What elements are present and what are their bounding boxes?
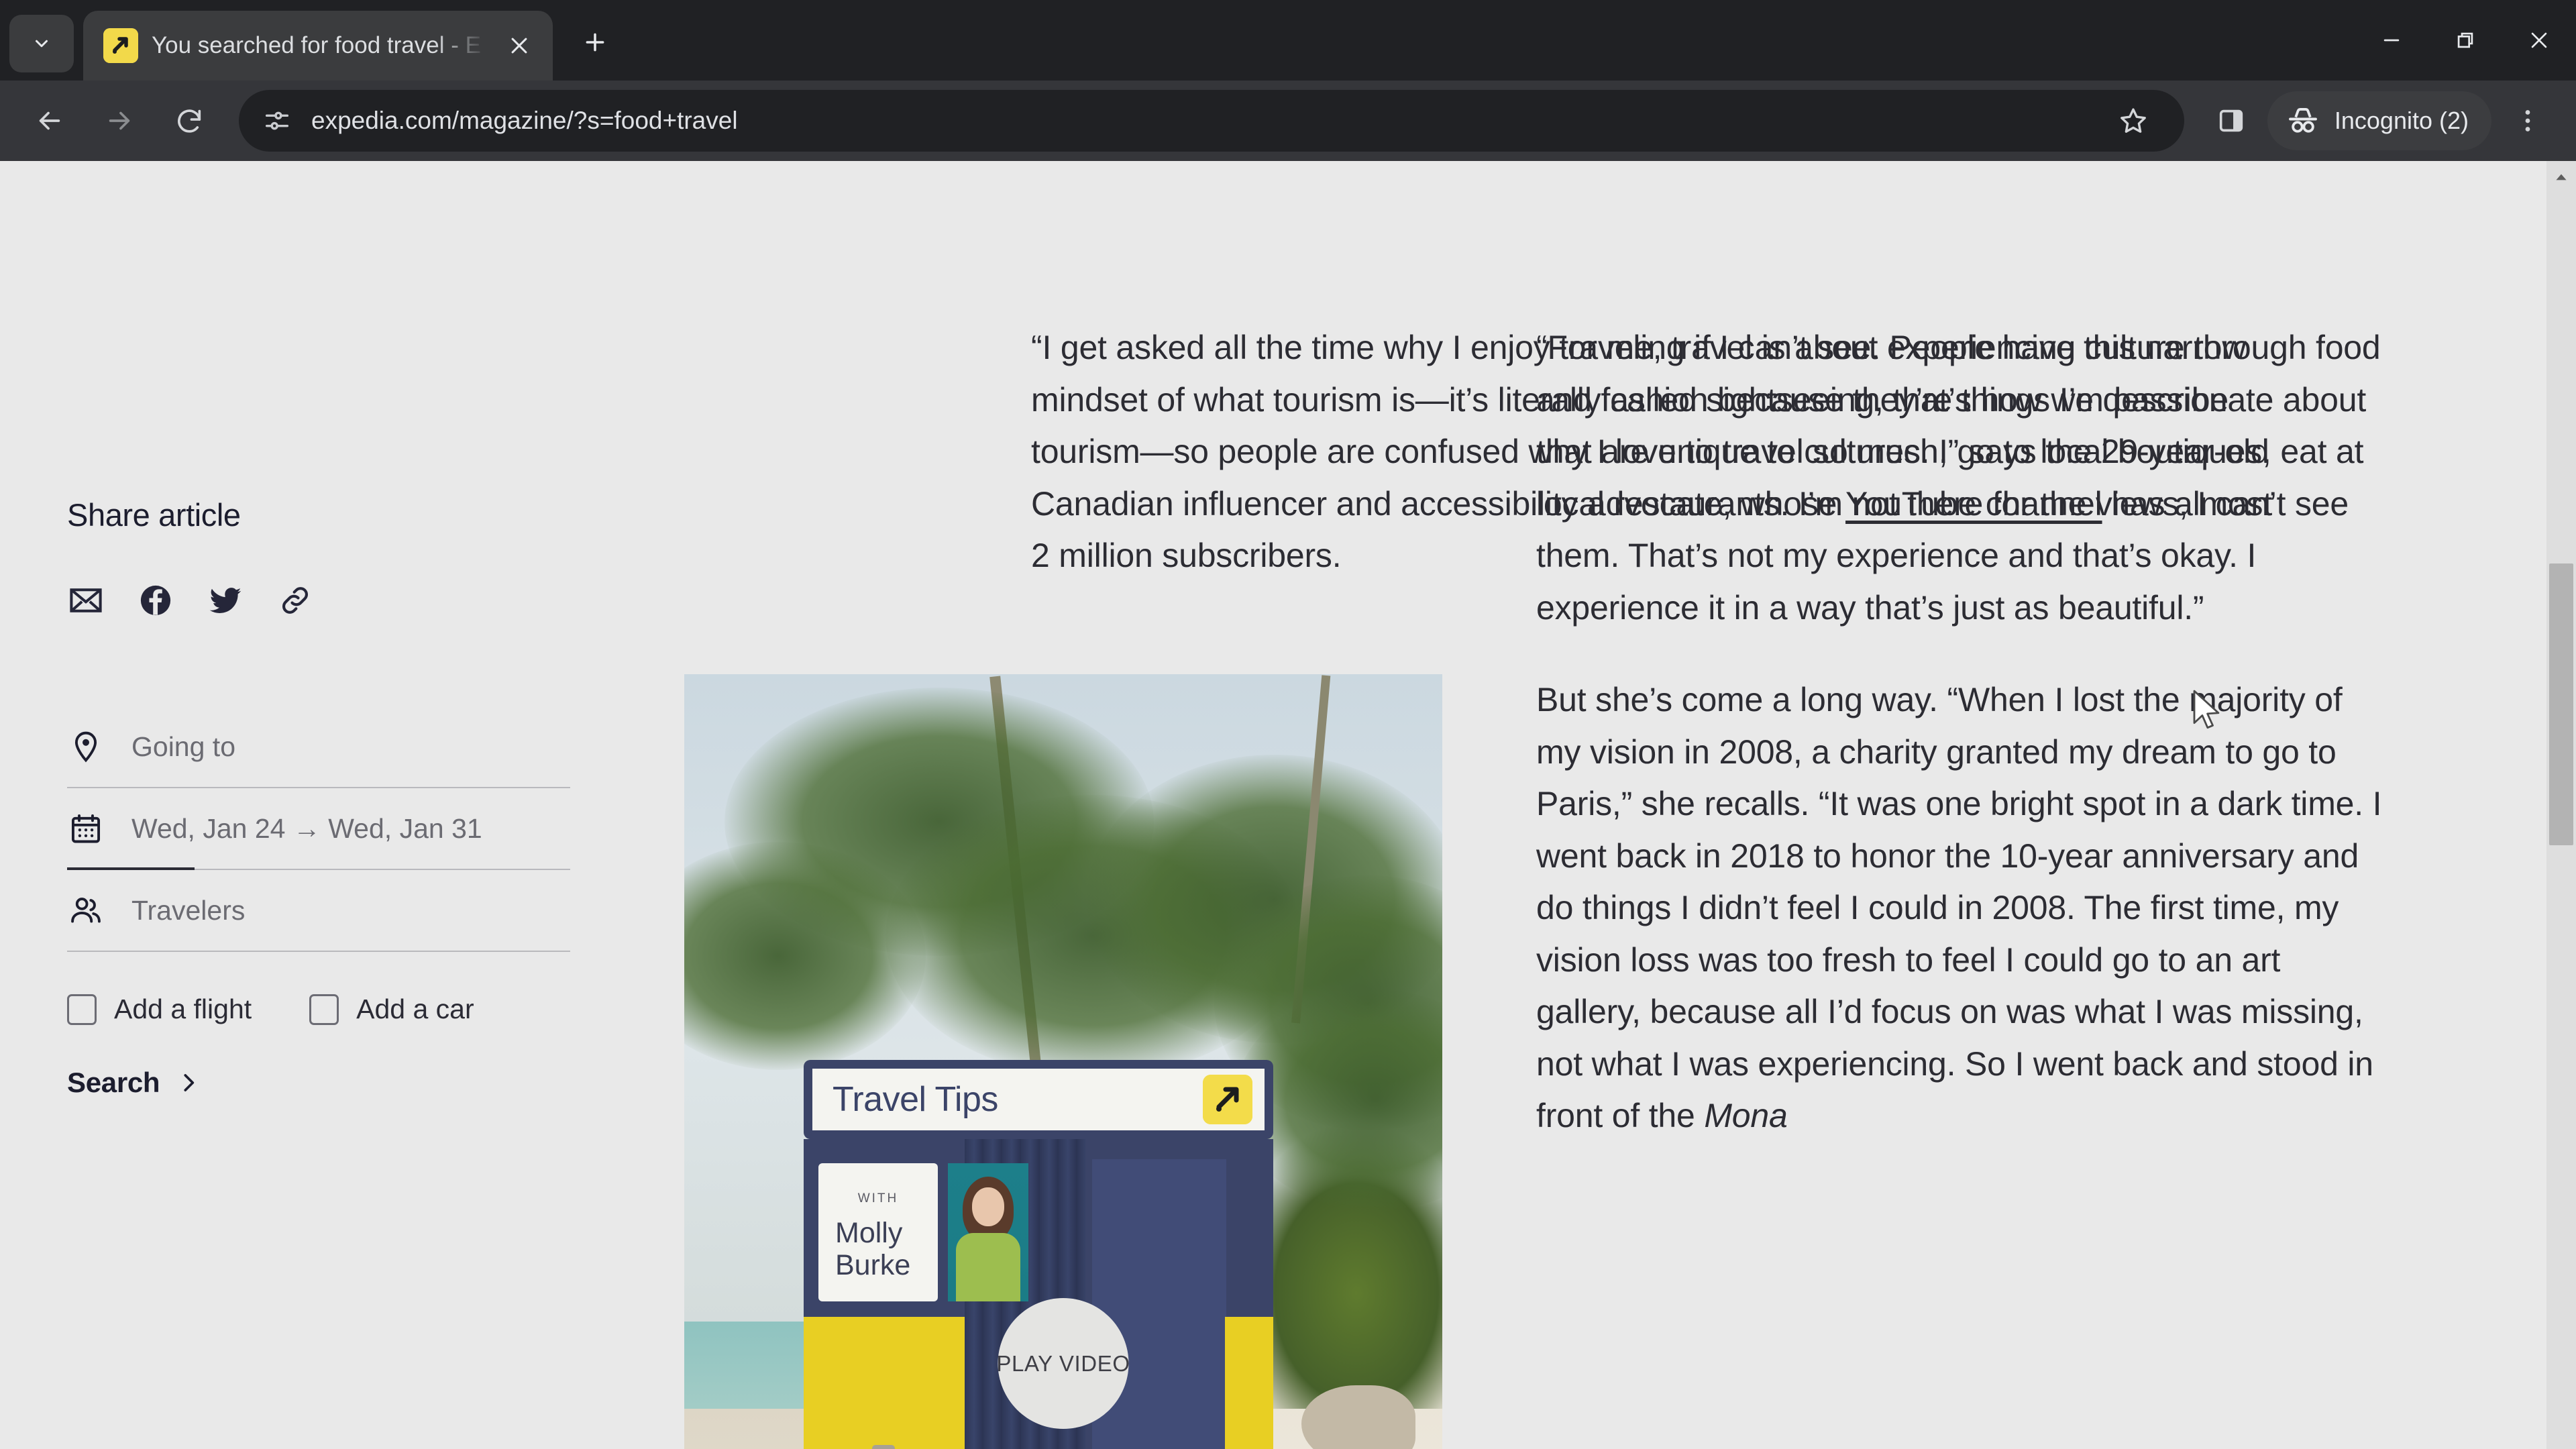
- reload-icon: [178, 109, 201, 133]
- scroll-up-arrow-icon: [2556, 174, 2567, 180]
- share-copy-link-button[interactable]: [276, 582, 314, 619]
- share-facebook-button[interactable]: [137, 582, 174, 619]
- twitter-icon: [209, 588, 241, 613]
- kebab-menu-icon: [2525, 110, 2530, 131]
- portrait-face: [972, 1187, 1004, 1226]
- restore-button[interactable]: [2428, 0, 2502, 80]
- checkbox-box: [309, 994, 339, 1025]
- trip-search-widget: Going to Wed, Jan 24 → Wed, Jan 31 Trave…: [67, 706, 570, 1099]
- checkbox-box: [67, 994, 97, 1025]
- article-paragraph-2: “For me, travel is about experiencing cu…: [1536, 329, 2381, 627]
- dates-value: Wed, Jan 24 → Wed, Jan 31: [131, 812, 482, 844]
- reload-button[interactable]: [157, 89, 221, 153]
- search-submit-button[interactable]: Search: [67, 1067, 570, 1099]
- travelers-placeholder: Travelers: [131, 894, 246, 926]
- left-rail: Share article Going to Wed, Jan 24 → Wed…: [67, 161, 570, 1449]
- page-viewport: “I get asked all the time why I enjoy tr…: [0, 161, 2576, 1449]
- play-video-label: PLAY VIDEO: [996, 1350, 1130, 1376]
- url-text: expedia.com/magazine/?s=food+travel: [311, 107, 738, 134]
- calendar-icon: [67, 810, 105, 847]
- scrollbar-thumb[interactable]: [2549, 564, 2573, 845]
- share-email-button[interactable]: [67, 582, 105, 619]
- article-column: “For me, travel is about experiencing cu…: [1536, 161, 2546, 1449]
- incognito-profile-button[interactable]: Incognito (2): [2267, 91, 2491, 150]
- tab-strip: You searched for food travel - E: [0, 0, 2576, 80]
- host-portrait: [948, 1163, 1028, 1301]
- window-close-button[interactable]: [2502, 0, 2576, 80]
- booth-yellow-left: [804, 1317, 965, 1449]
- browser-window: You searched for food travel - E expedia…: [0, 0, 2576, 1449]
- omnibox-actions: [2102, 90, 2164, 152]
- scroll-up-button[interactable]: [2546, 161, 2576, 193]
- host-name-card: WITH Molly Burke: [818, 1163, 938, 1301]
- video-column: Travel Tips WITH Molly Burke PLAY VIDEO: [684, 161, 1442, 1449]
- article-paragraph-3: But she’s come a long way. “When I lost …: [1536, 674, 2392, 1142]
- location-pin-icon: [67, 728, 105, 765]
- expedia-arrow-icon: [103, 28, 138, 63]
- address-bar[interactable]: expedia.com/magazine/?s=food+travel: [239, 90, 2184, 152]
- travelers-field[interactable]: Travelers: [67, 870, 570, 952]
- page-scrollbar[interactable]: [2546, 161, 2576, 1449]
- browser-menu-button[interactable]: [2497, 90, 2559, 152]
- travel-tips-sign: Travel Tips: [804, 1060, 1273, 1139]
- travel-tips-video-card[interactable]: Travel Tips WITH Molly Burke PLAY VIDEO: [684, 674, 1442, 1449]
- site-info-tune-icon[interactable]: [262, 105, 292, 136]
- browser-toolbar: expedia.com/magazine/?s=food+travel Inco…: [0, 80, 2576, 161]
- door-handle: [872, 1445, 895, 1449]
- facebook-icon: [140, 585, 171, 616]
- host-name: Molly Burke: [835, 1217, 911, 1282]
- play-video-button[interactable]: PLAY VIDEO: [996, 1298, 1130, 1429]
- booth-yellow-right: [1225, 1317, 1273, 1449]
- star-icon: [2120, 108, 2146, 133]
- share-article-heading: Share article: [67, 497, 241, 533]
- addons-row: Add a flight Add a car: [67, 994, 570, 1025]
- page-content-grid: Share article Going to Wed, Jan 24 → Wed…: [0, 161, 2546, 1449]
- restore-icon: [2457, 32, 2473, 48]
- browser-tab[interactable]: You searched for food travel - E: [83, 11, 553, 80]
- add-car-label: Add a car: [356, 994, 474, 1024]
- share-twitter-button[interactable]: [207, 582, 244, 619]
- add-flight-label: Add a flight: [114, 994, 252, 1024]
- window-controls: [2355, 0, 2576, 80]
- tab-search-button[interactable]: [9, 15, 74, 72]
- plus-icon: [586, 33, 604, 52]
- arrow-left-icon: [39, 111, 60, 130]
- chevron-down-icon: [36, 40, 48, 48]
- arrow-right-icon: [109, 111, 130, 130]
- tab-close-button[interactable]: [500, 27, 538, 64]
- minimize-button[interactable]: [2355, 0, 2428, 80]
- incognito-hat-icon: [2288, 107, 2317, 133]
- destination-placeholder: Going to: [131, 731, 235, 762]
- side-panel-button[interactable]: [2200, 90, 2262, 152]
- back-button[interactable]: [17, 89, 82, 153]
- add-flight-checkbox[interactable]: Add a flight: [67, 994, 252, 1025]
- incognito-label: Incognito (2): [2334, 107, 2469, 134]
- rock: [1301, 1385, 1415, 1449]
- side-panel-icon: [2219, 109, 2243, 132]
- travelers-icon: [67, 892, 105, 929]
- web-page: “I get asked all the time why I enjoy tr…: [0, 161, 2546, 1449]
- link-icon: [282, 587, 309, 614]
- chevron-right-icon: [184, 1074, 195, 1091]
- with-label: WITH: [857, 1191, 899, 1205]
- close-icon: [2531, 32, 2547, 48]
- paragraph-3-italic: Mona: [1704, 1097, 1788, 1134]
- search-label: Search: [67, 1067, 160, 1098]
- portrait-sweater: [956, 1233, 1020, 1301]
- sign-text: Travel Tips: [833, 1080, 998, 1119]
- close-icon: [511, 38, 527, 54]
- dates-field[interactable]: Wed, Jan 24 → Wed, Jan 31: [67, 788, 570, 870]
- tab-title: You searched for food travel - E: [152, 32, 481, 58]
- bookmark-button[interactable]: [2102, 90, 2164, 152]
- paragraph-3-text: But she’s come a long way. “When I lost …: [1536, 681, 2382, 1134]
- email-icon: [70, 588, 102, 612]
- forward-button[interactable]: [87, 89, 152, 153]
- destination-field[interactable]: Going to: [67, 706, 570, 788]
- expedia-arrow-icon: [1203, 1075, 1252, 1124]
- minimize-icon: [2383, 39, 2400, 42]
- share-icon-row: [67, 582, 570, 619]
- add-car-checkbox[interactable]: Add a car: [309, 994, 474, 1025]
- new-tab-button[interactable]: [572, 19, 619, 66]
